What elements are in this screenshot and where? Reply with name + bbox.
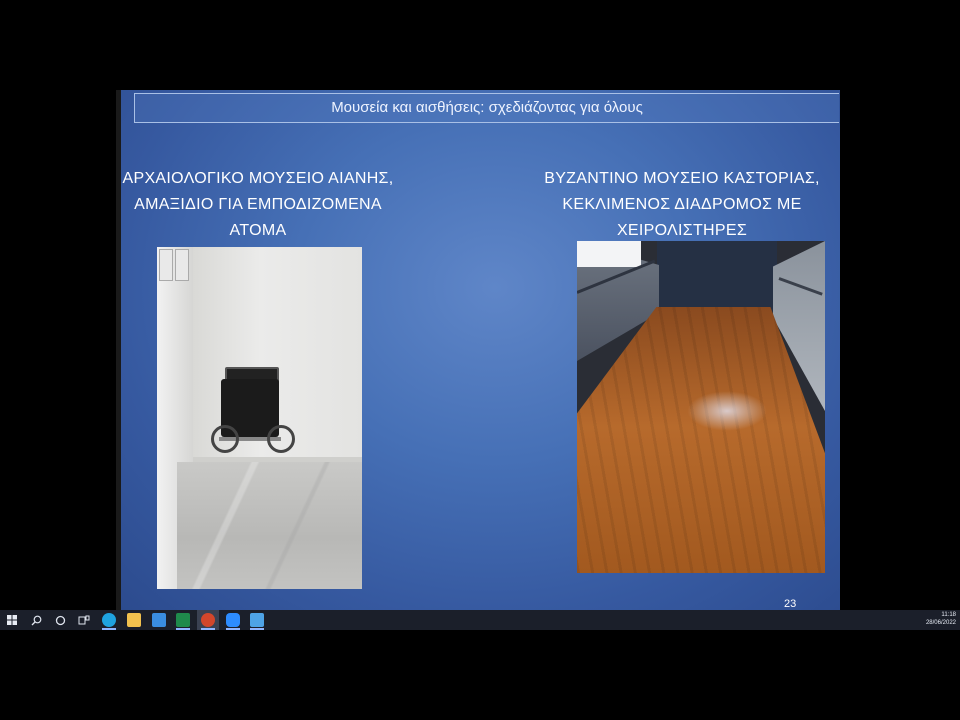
wheelchair-photo	[157, 247, 362, 589]
photos-icon[interactable]	[250, 613, 264, 627]
slide-title: Μουσεία και αισθήσεις: σχεδιάζοντας για …	[134, 93, 839, 123]
search-icon[interactable]	[28, 612, 44, 628]
cortana-icon[interactable]	[52, 612, 68, 628]
windows-taskbar: 11:18 28/06/2022	[0, 610, 960, 630]
powerpoint-icon[interactable]	[201, 613, 215, 627]
system-clock[interactable]: 11:18 28/06/2022	[906, 611, 956, 627]
clock-time: 11:18	[941, 612, 956, 618]
zoom-icon[interactable]	[226, 613, 240, 627]
slide-page-number: 23	[784, 598, 797, 610]
presentation-slide: Μουσεία και αισθήσεις: σχεδιάζοντας για …	[121, 90, 840, 610]
clock-date: 28/06/2022	[925, 620, 956, 626]
task-view-icon[interactable]	[76, 612, 92, 628]
edge-icon[interactable]	[102, 613, 116, 627]
excel-icon[interactable]	[176, 613, 190, 627]
left-caption: ΑΡΧΑΙΟΛΟΓΙΚΟ ΜΟΥΣΕΙΟ ΑΙΑΝΗΣ, ΑΜΑΞΙΔΙΟ ΓΙ…	[122, 170, 394, 239]
file-explorer-icon[interactable]	[127, 613, 141, 627]
right-caption: ΒΥΖΑΝΤΙΝΟ ΜΟΥΣΕΙΟ ΚΑΣΤΟΡΙΑΣ, ΚΕΚΛΙΜΕΝΟΣ …	[544, 170, 820, 239]
windows-start-icon[interactable]	[4, 612, 20, 628]
ramp-corridor-photo	[577, 241, 825, 573]
mail-icon[interactable]	[152, 613, 166, 627]
